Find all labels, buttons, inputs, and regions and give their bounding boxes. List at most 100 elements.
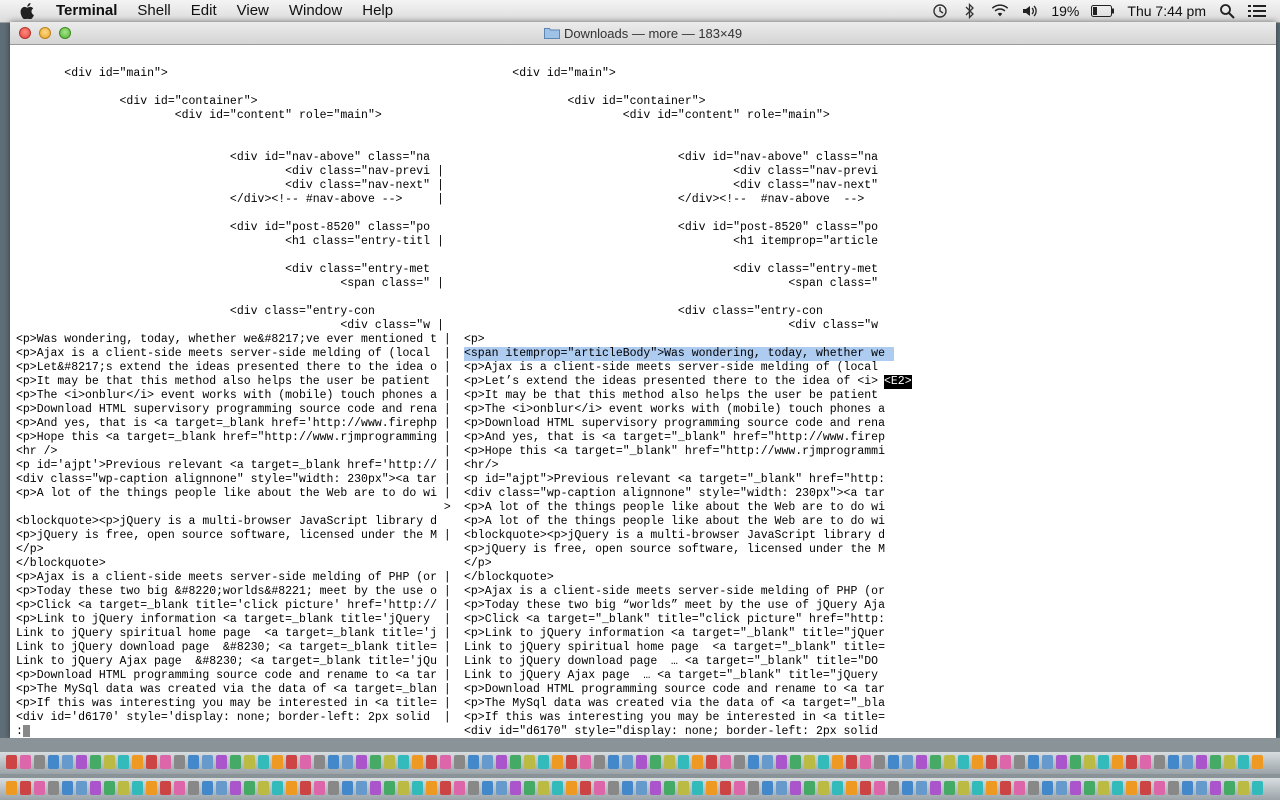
dock-app-icon[interactable] xyxy=(706,781,717,795)
dock-app-icon[interactable] xyxy=(6,755,17,769)
dock-app-icon[interactable] xyxy=(146,755,157,769)
dock-app-icon[interactable] xyxy=(580,781,591,795)
dock-app-icon[interactable] xyxy=(1000,755,1011,769)
notification-center-icon[interactable] xyxy=(1248,2,1266,20)
dock-app-icon[interactable] xyxy=(944,755,955,769)
dock-app-icon[interactable] xyxy=(1196,781,1207,795)
dock-app-icon[interactable] xyxy=(440,781,451,795)
dock-app-icon[interactable] xyxy=(314,781,325,795)
dock-app-icon[interactable] xyxy=(202,755,213,769)
dock-app-icon[interactable] xyxy=(370,755,381,769)
dock-app-icon[interactable] xyxy=(6,781,17,795)
dock-app-icon[interactable] xyxy=(258,781,269,795)
dock-app-icon[interactable] xyxy=(1084,781,1095,795)
dock-app-icon[interactable] xyxy=(328,781,339,795)
dock-app-icon[interactable] xyxy=(202,781,213,795)
dock-app-icon[interactable] xyxy=(1028,755,1039,769)
dock-app-icon[interactable] xyxy=(566,781,577,795)
dock-app-icon[interactable] xyxy=(776,755,787,769)
menu-help[interactable]: Help xyxy=(352,0,403,22)
dock-app-icon[interactable] xyxy=(76,755,87,769)
dock-app-icon[interactable] xyxy=(818,755,829,769)
dock-app-icon[interactable] xyxy=(510,781,521,795)
dock-app-icon[interactable] xyxy=(146,781,157,795)
window-titlebar[interactable]: Downloads — more — 183×49 xyxy=(10,22,1276,45)
dock-app-icon[interactable] xyxy=(1252,781,1263,795)
dock-app-icon[interactable] xyxy=(286,755,297,769)
dock-app-icon[interactable] xyxy=(272,755,283,769)
dock-app-icon[interactable] xyxy=(1084,755,1095,769)
dock-app-icon[interactable] xyxy=(580,755,591,769)
dock-app-icon[interactable] xyxy=(748,781,759,795)
battery-icon[interactable] xyxy=(1091,2,1115,20)
dock-app-icon[interactable] xyxy=(1014,755,1025,769)
dock-app-icon[interactable] xyxy=(1056,781,1067,795)
dock-app-icon[interactable] xyxy=(286,781,297,795)
dock-app-icon[interactable] xyxy=(1238,781,1249,795)
dock-app-icon[interactable] xyxy=(482,755,493,769)
dock-app-icon[interactable] xyxy=(314,755,325,769)
dock-app-icon[interactable] xyxy=(34,755,45,769)
dock-app-icon[interactable] xyxy=(90,755,101,769)
dock-app-icon[interactable] xyxy=(1042,781,1053,795)
clock[interactable]: Thu 7:44 pm xyxy=(1121,3,1212,19)
dock-app-icon[interactable] xyxy=(384,755,395,769)
dock-app-icon[interactable] xyxy=(132,781,143,795)
dock-app-icon[interactable] xyxy=(1224,781,1235,795)
dock-app-icon[interactable] xyxy=(636,781,647,795)
dock-app-icon[interactable] xyxy=(664,755,675,769)
dock-app-icon[interactable] xyxy=(552,755,563,769)
dock-app-icon[interactable] xyxy=(1014,781,1025,795)
dock-app-icon[interactable] xyxy=(720,781,731,795)
dock-app-icon[interactable] xyxy=(860,781,871,795)
dock-app-icon[interactable] xyxy=(930,755,941,769)
dock-app-icon[interactable] xyxy=(776,781,787,795)
dock-app-icon[interactable] xyxy=(426,755,437,769)
dock-app-icon[interactable] xyxy=(608,755,619,769)
dock-app-icon[interactable] xyxy=(216,755,227,769)
dock-app-icon[interactable] xyxy=(244,781,255,795)
dock-app-icon[interactable] xyxy=(1210,781,1221,795)
dock-app-icon[interactable] xyxy=(188,755,199,769)
dock-app-icon[interactable] xyxy=(1210,755,1221,769)
dock-app-icon[interactable] xyxy=(342,755,353,769)
dock-app-icon[interactable] xyxy=(958,781,969,795)
dock-app-icon[interactable] xyxy=(230,755,241,769)
dock-app-icon[interactable] xyxy=(90,781,101,795)
dock-app-icon[interactable] xyxy=(608,781,619,795)
dock-app-icon[interactable] xyxy=(1126,755,1137,769)
dock-app-icon[interactable] xyxy=(1154,781,1165,795)
dock-app-icon[interactable] xyxy=(832,781,843,795)
dock-app-icon[interactable] xyxy=(440,755,451,769)
dock-app-icon[interactable] xyxy=(1168,781,1179,795)
dock-app-icon[interactable] xyxy=(1098,781,1109,795)
dock-app-icon[interactable] xyxy=(1168,755,1179,769)
volume-icon[interactable] xyxy=(1021,2,1039,20)
dock-app-icon[interactable] xyxy=(804,781,815,795)
dock-app-icon[interactable] xyxy=(48,781,59,795)
dock-app-icon[interactable] xyxy=(342,781,353,795)
dock-app-icon[interactable] xyxy=(272,781,283,795)
dock-app-icon[interactable] xyxy=(552,781,563,795)
dock-app-icon[interactable] xyxy=(104,755,115,769)
dock-app-icon[interactable] xyxy=(398,781,409,795)
dock-app-icon[interactable] xyxy=(160,781,171,795)
dock-app-icon[interactable] xyxy=(706,755,717,769)
apple-icon[interactable] xyxy=(18,2,36,20)
dock-app-icon[interactable] xyxy=(482,781,493,795)
dock-app-icon[interactable] xyxy=(860,755,871,769)
dock-app-icon[interactable] xyxy=(1238,755,1249,769)
dock-app-icon[interactable] xyxy=(986,755,997,769)
dock-app-icon[interactable] xyxy=(48,755,59,769)
dock-app-icon[interactable] xyxy=(972,781,983,795)
menu-edit[interactable]: Edit xyxy=(181,0,227,22)
dock-app-icon[interactable] xyxy=(538,781,549,795)
dock-app-icon[interactable] xyxy=(958,755,969,769)
dock-app-icon[interactable] xyxy=(1112,781,1123,795)
dock-app-icon[interactable] xyxy=(1196,755,1207,769)
dock-app-icon[interactable] xyxy=(790,755,801,769)
dock-app-icon[interactable] xyxy=(678,781,689,795)
dock-app-icon[interactable] xyxy=(412,781,423,795)
dock-app-icon[interactable] xyxy=(174,755,185,769)
dock-app-icon[interactable] xyxy=(692,755,703,769)
